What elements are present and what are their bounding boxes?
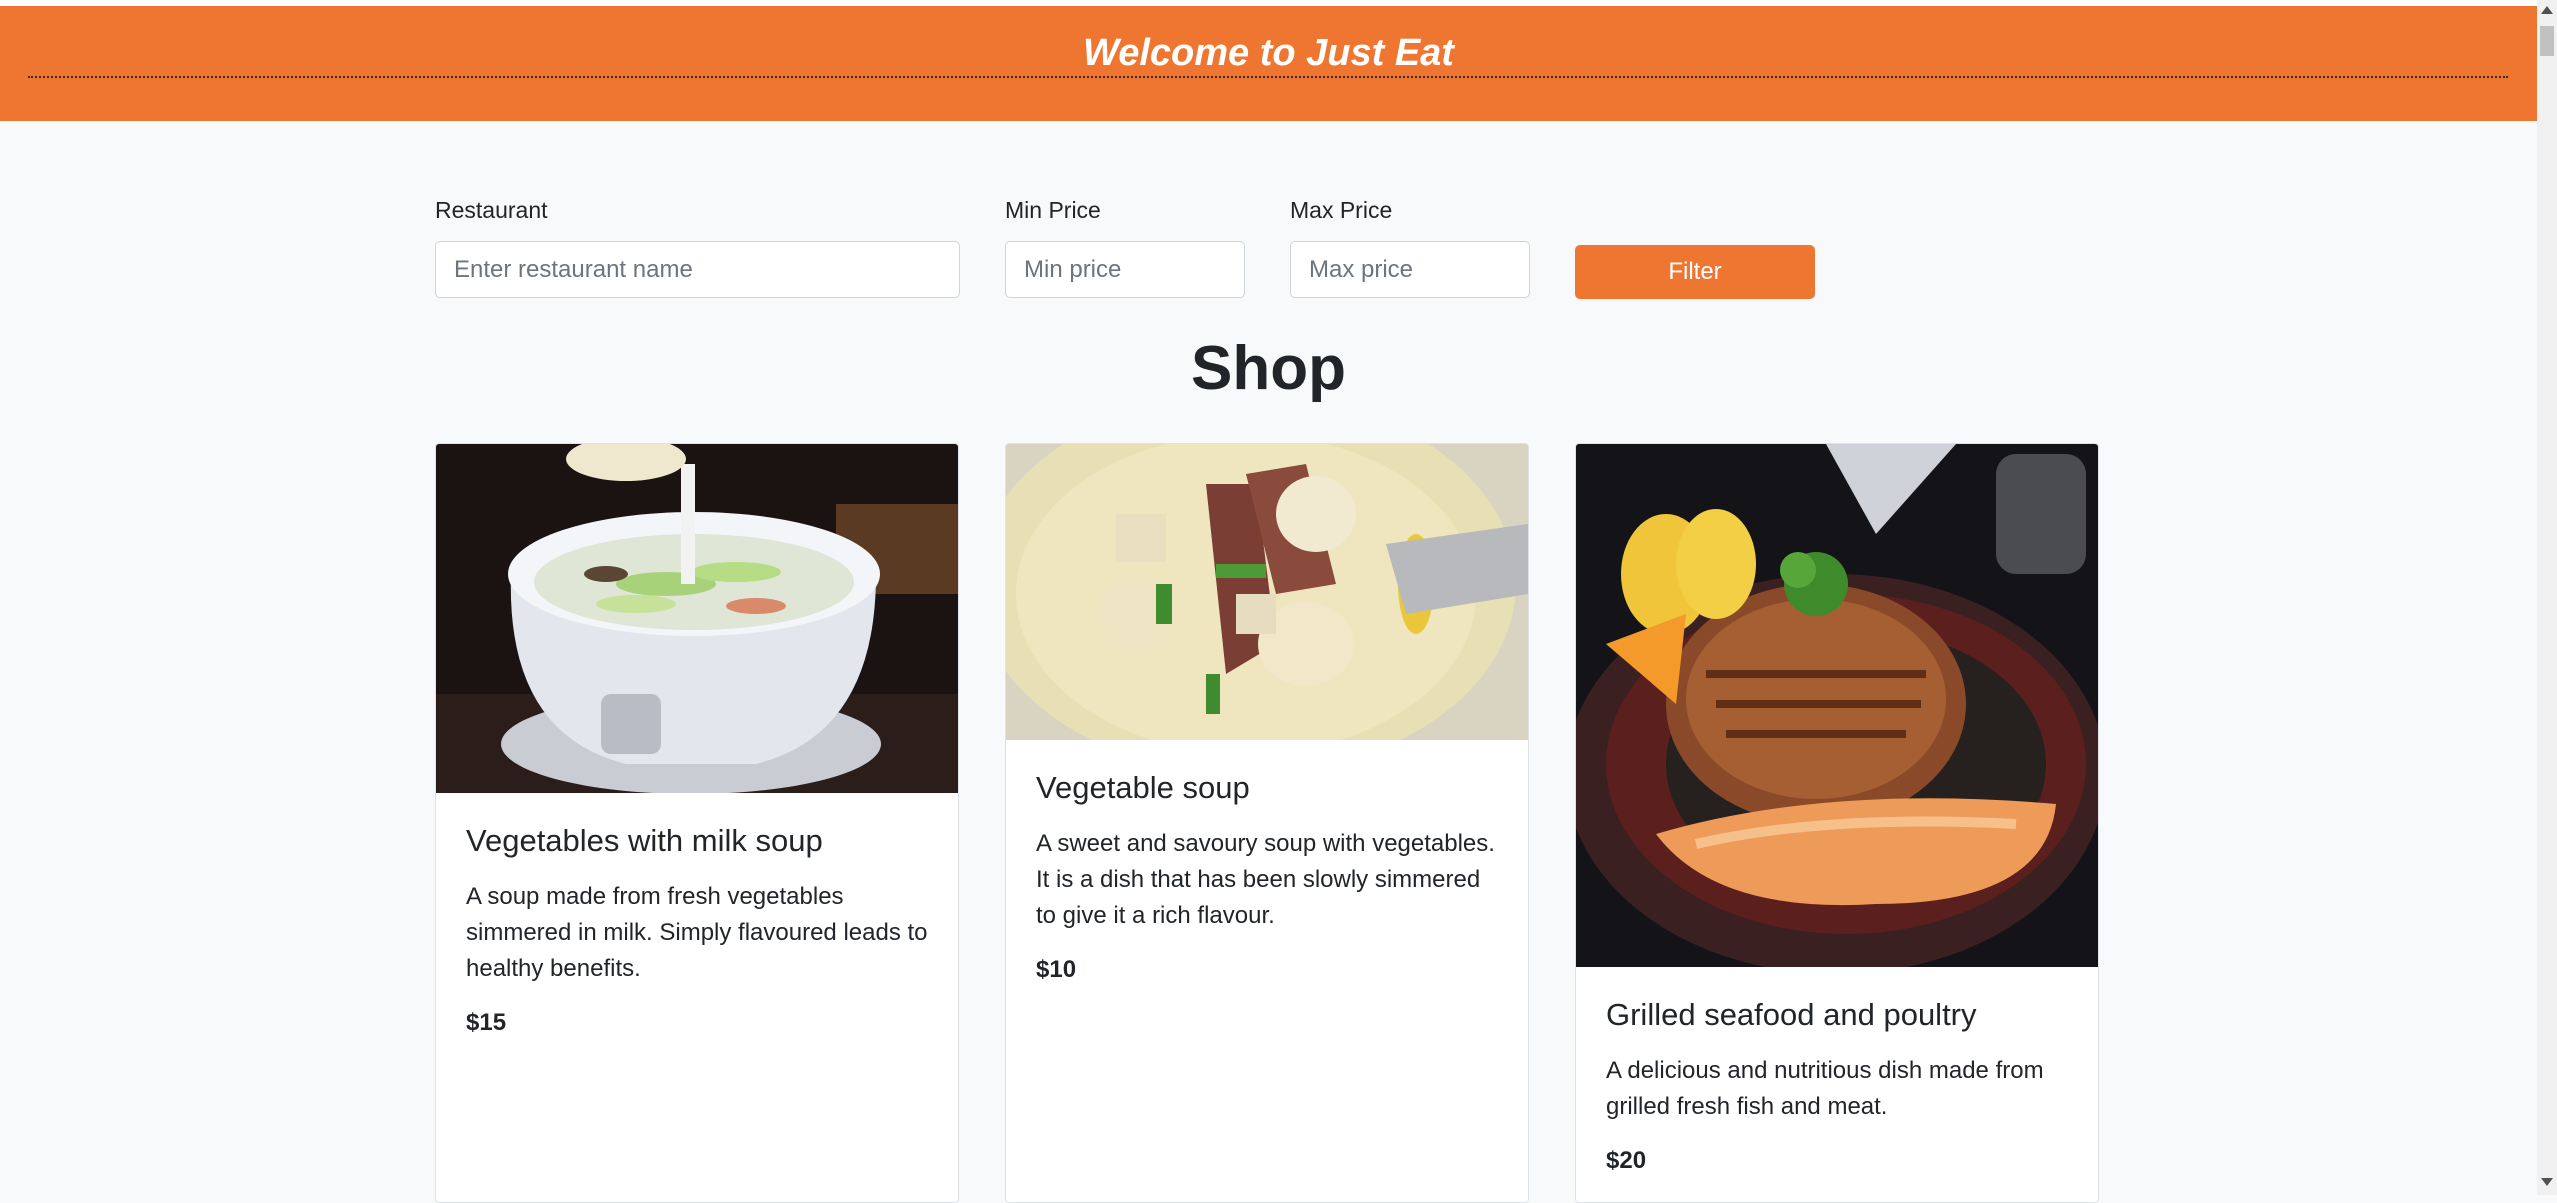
product-price: $20	[1606, 1147, 1647, 1174]
product-description: A delicious and nutritious dish made fro…	[1606, 1057, 2044, 1120]
product-description: A soup made from fresh vegetables simmer…	[466, 883, 928, 982]
vertical-scrollbar[interactable]	[2537, 0, 2557, 1195]
scroll-down-arrow-icon[interactable]	[2541, 1178, 2553, 1186]
min-price-input[interactable]	[1005, 241, 1245, 298]
filter-button[interactable]: Filter	[1575, 245, 1815, 299]
card-body: Vegetables with milk soup A soup made fr…	[466, 823, 932, 1037]
max-price-label: Max Price	[1290, 197, 1393, 223]
product-name[interactable]: Vegetables with milk soup	[466, 823, 932, 859]
grilled-platter-photo	[1576, 444, 2098, 967]
site-header: Welcome to Just Eat	[0, 6, 2537, 121]
milk-soup-photo	[436, 444, 958, 793]
vegetable-soup-photo	[1006, 444, 1528, 740]
product-card[interactable]: Grilled seafood and poultry A delicious …	[1575, 443, 2099, 1203]
min-price-label: Min Price	[1005, 197, 1101, 223]
product-card[interactable]: Vegetable soup A sweet and savoury soup …	[1005, 443, 1529, 1203]
max-price-input[interactable]	[1290, 241, 1530, 298]
product-name[interactable]: Vegetable soup	[1036, 770, 1502, 806]
site-title: Welcome to Just Eat	[1083, 32, 1454, 74]
product-description: A sweet and savoury soup with vegetables…	[1036, 830, 1495, 929]
product-price: $10	[1036, 956, 1077, 983]
restaurant-input[interactable]	[435, 241, 960, 298]
product-name[interactable]: Grilled seafood and poultry	[1606, 997, 2072, 1033]
header-divider	[28, 76, 2508, 78]
product-card[interactable]: Vegetables with milk soup A soup made fr…	[435, 443, 959, 1203]
shop-heading: Shop	[1191, 334, 1346, 403]
card-body: Grilled seafood and poultry A delicious …	[1606, 997, 2072, 1175]
scrollbar-thumb[interactable]	[2540, 26, 2554, 56]
restaurant-label: Restaurant	[435, 197, 548, 223]
product-price: $15	[466, 1009, 507, 1036]
card-body: Vegetable soup A sweet and savoury soup …	[1036, 770, 1502, 984]
scroll-up-arrow-icon[interactable]	[2541, 6, 2553, 14]
